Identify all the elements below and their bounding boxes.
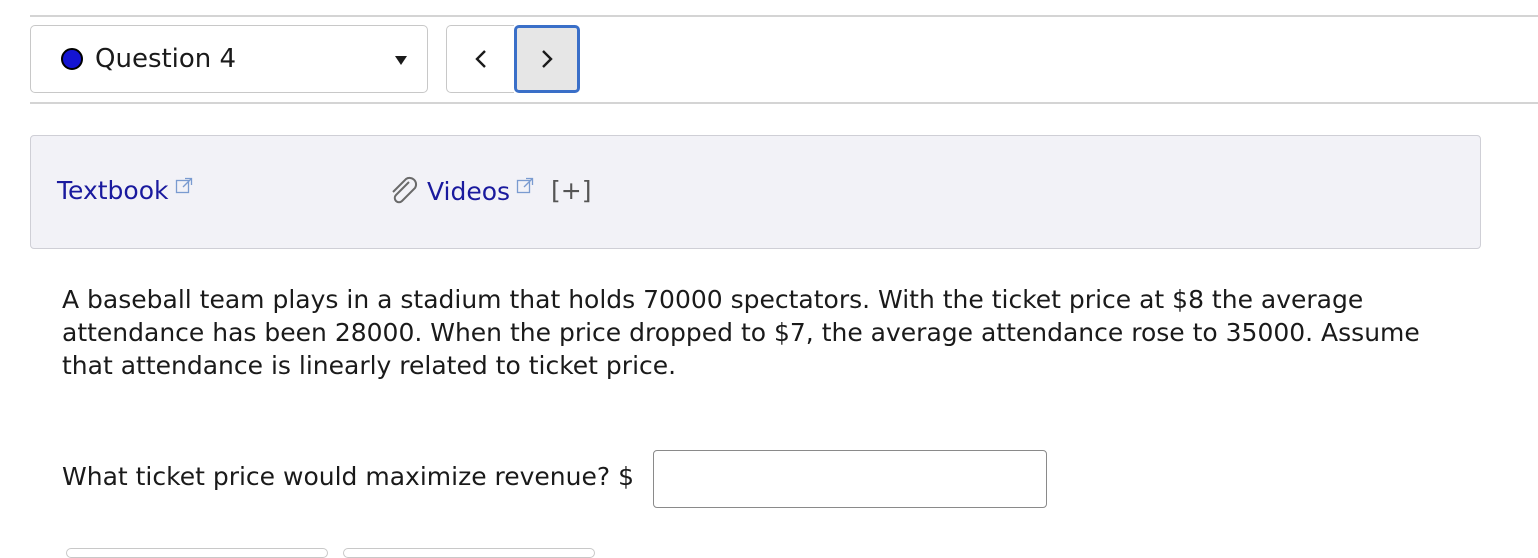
question-selector-label: Question 4 (95, 44, 237, 74)
caret-down-icon (395, 56, 407, 65)
previous-question-button[interactable] (446, 25, 514, 93)
next-question-button[interactable] (514, 25, 580, 93)
paperclip-icon (392, 176, 418, 204)
external-link-icon (175, 177, 192, 193)
status-dot-icon (61, 48, 83, 70)
videos-link-label: Videos (427, 176, 511, 206)
expand-resources-toggle[interactable]: [+] (551, 176, 591, 205)
external-link-icon (516, 177, 534, 194)
problem-line: that attendance is linearly related to t… (62, 351, 677, 380)
top-divider (30, 15, 1538, 17)
question-prompt: What ticket price would maximize revenue… (62, 462, 634, 491)
submit-button[interactable] (66, 548, 328, 558)
problem-line: A baseball team plays in a stadium that … (62, 285, 1364, 314)
textbook-link-label: Textbook (57, 176, 169, 205)
chevron-right-icon (542, 50, 553, 68)
problem-line: attendance has been 28000. When the pric… (62, 318, 1420, 347)
nav-divider (30, 102, 1538, 104)
question-selector[interactable]: Question 4 (30, 25, 428, 93)
chevron-left-icon (474, 50, 486, 68)
secondary-button[interactable] (343, 548, 595, 558)
resources-panel: Textbook Videos [+] (30, 135, 1481, 249)
textbook-link[interactable]: Textbook (57, 176, 193, 205)
problem-statement: A baseball team plays in a stadium that … (62, 283, 1482, 382)
answer-input[interactable] (653, 450, 1047, 508)
videos-link[interactable]: Videos (387, 176, 534, 206)
